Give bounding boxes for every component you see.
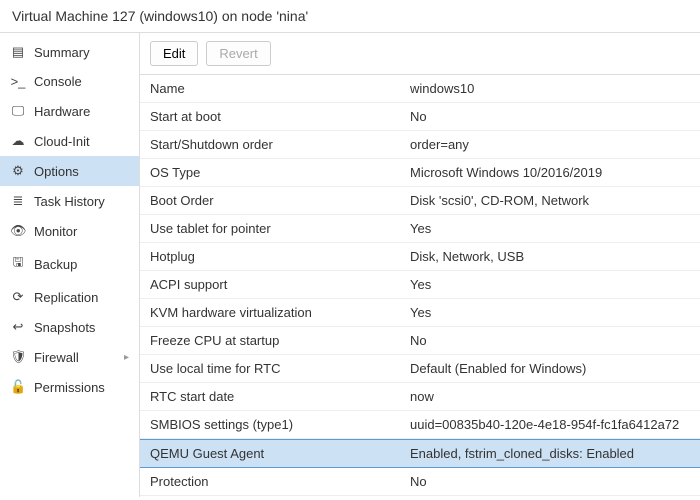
option-key: Hotplug: [150, 249, 410, 264]
page-title: Virtual Machine 127 (windows10) on node …: [0, 0, 700, 33]
option-value: Disk 'scsi0', CD-ROM, Network: [410, 193, 690, 208]
option-row[interactable]: ProtectionNo: [140, 468, 700, 496]
sidebar-item-snapshots-icon: ↩: [10, 319, 26, 335]
option-key: Start/Shutdown order: [150, 137, 410, 152]
sidebar-item-hardware[interactable]: 🖵 Hardware: [0, 96, 139, 126]
option-key: Use tablet for pointer: [150, 221, 410, 236]
sidebar-item-hardware-icon: 🖵: [10, 103, 26, 119]
option-key: RTC start date: [150, 389, 410, 404]
option-value: order=any: [410, 137, 690, 152]
option-key: ACPI support: [150, 277, 410, 292]
sidebar-item-backup-icon: 🖫: [10, 253, 26, 275]
sidebar-item-console[interactable]: >_ Console: [0, 67, 139, 96]
main-container: ▤ Summary >_ Console 🖵 Hardware ☁ Cloud-Init ⚙ Op…: [0, 33, 700, 497]
sidebar-item-label: Permissions: [34, 380, 105, 395]
option-key: Protection: [150, 474, 410, 489]
content-area: Edit Revert Namewindows10Start at bootNo…: [140, 33, 700, 497]
option-key: Freeze CPU at startup: [150, 333, 410, 348]
sidebar-item-summary-icon: ▤: [10, 44, 26, 60]
options-pane: Namewindows10Start at bootNoStart/Shutdo…: [140, 75, 700, 497]
option-row[interactable]: QEMU Guest AgentEnabled, fstrim_cloned_d…: [140, 439, 700, 468]
sidebar-item-permissions-icon: 🔓: [10, 379, 26, 395]
sidebar-item-label: Cloud-Init: [34, 134, 90, 149]
option-row[interactable]: KVM hardware virtualizationYes: [140, 299, 700, 327]
option-key: Name: [150, 81, 410, 96]
option-key: KVM hardware virtualization: [150, 305, 410, 320]
option-value: No: [410, 333, 690, 348]
sidebar-item-label: Replication: [34, 290, 98, 305]
sidebar-item-label: Firewall: [34, 350, 79, 365]
sidebar-item-label: Hardware: [34, 104, 90, 119]
sidebar-item-options-icon: ⚙: [10, 163, 26, 179]
option-key: SMBIOS settings (type1): [150, 417, 410, 432]
edit-button[interactable]: Edit: [150, 41, 198, 66]
option-row[interactable]: OS TypeMicrosoft Windows 10/2016/2019: [140, 159, 700, 187]
option-row[interactable]: Namewindows10: [140, 75, 700, 103]
option-row[interactable]: ACPI supportYes: [140, 271, 700, 299]
sidebar-item-monitor[interactable]: 👁 Monitor: [0, 216, 139, 246]
option-value: now: [410, 389, 690, 404]
sidebar: ▤ Summary >_ Console 🖵 Hardware ☁ Cloud-Init ⚙ Op…: [0, 33, 140, 497]
sidebar-item-replication[interactable]: ⟳ Replication: [0, 282, 139, 312]
option-row[interactable]: Start/Shutdown orderorder=any: [140, 131, 700, 159]
sidebar-item-label: Options: [34, 164, 79, 179]
sidebar-item-monitor-icon: 👁: [10, 223, 26, 239]
sidebar-item-label: Console: [34, 74, 82, 89]
option-row[interactable]: Use tablet for pointerYes: [140, 215, 700, 243]
option-row[interactable]: RTC start datenow: [140, 383, 700, 411]
sidebar-item-task-history-icon: ≣: [10, 193, 26, 209]
option-value: No: [410, 109, 690, 124]
option-row[interactable]: Freeze CPU at startupNo: [140, 327, 700, 355]
sidebar-item-label: Task History: [34, 194, 105, 209]
option-value: Microsoft Windows 10/2016/2019: [410, 165, 690, 180]
option-value: Yes: [410, 221, 690, 236]
sidebar-item-label: Summary: [34, 45, 90, 60]
sidebar-item-firewall-icon: 🛡: [10, 349, 26, 365]
option-row[interactable]: Spice Enhancementsnone: [140, 496, 700, 497]
option-value: windows10: [410, 81, 690, 96]
option-value: uuid=00835b40-120e-4e18-954f-fc1fa6412a7…: [410, 417, 690, 432]
sidebar-item-label: Backup: [34, 257, 77, 272]
toolbar: Edit Revert: [140, 33, 700, 75]
option-key: Boot Order: [150, 193, 410, 208]
sidebar-item-permissions[interactable]: 🔓 Permissions: [0, 372, 139, 402]
chevron-right-icon: ▸: [124, 352, 129, 363]
sidebar-item-summary[interactable]: ▤ Summary: [0, 37, 139, 67]
option-value: Enabled, fstrim_cloned_disks: Enabled: [410, 446, 690, 461]
option-row[interactable]: Boot OrderDisk 'scsi0', CD-ROM, Network: [140, 187, 700, 215]
option-value: No: [410, 474, 690, 489]
sidebar-item-label: Monitor: [34, 224, 77, 239]
revert-button[interactable]: Revert: [206, 41, 270, 66]
option-row[interactable]: Start at bootNo: [140, 103, 700, 131]
sidebar-item-snapshots[interactable]: ↩ Snapshots: [0, 312, 139, 342]
option-key: Use local time for RTC: [150, 361, 410, 376]
sidebar-item-options[interactable]: ⚙ Options: [0, 156, 139, 186]
sidebar-item-console-icon: >_: [10, 74, 26, 89]
option-value: Default (Enabled for Windows): [410, 361, 690, 376]
option-row[interactable]: Use local time for RTCDefault (Enabled f…: [140, 355, 700, 383]
sidebar-item-firewall[interactable]: 🛡 Firewall ▸: [0, 342, 139, 372]
option-key: QEMU Guest Agent: [150, 446, 410, 461]
sidebar-item-backup[interactable]: 🖫 Backup: [0, 246, 139, 282]
sidebar-item-label: Snapshots: [34, 320, 95, 335]
sidebar-item-task-history[interactable]: ≣ Task History: [0, 186, 139, 216]
option-row[interactable]: SMBIOS settings (type1)uuid=00835b40-120…: [140, 411, 700, 439]
option-key: Start at boot: [150, 109, 410, 124]
option-value: Yes: [410, 277, 690, 292]
option-value: Yes: [410, 305, 690, 320]
option-key: OS Type: [150, 165, 410, 180]
sidebar-item-cloud-init-icon: ☁: [10, 133, 26, 149]
option-value: Disk, Network, USB: [410, 249, 690, 264]
sidebar-item-replication-icon: ⟳: [10, 289, 26, 305]
sidebar-item-cloud-init[interactable]: ☁ Cloud-Init: [0, 126, 139, 156]
option-row[interactable]: HotplugDisk, Network, USB: [140, 243, 700, 271]
